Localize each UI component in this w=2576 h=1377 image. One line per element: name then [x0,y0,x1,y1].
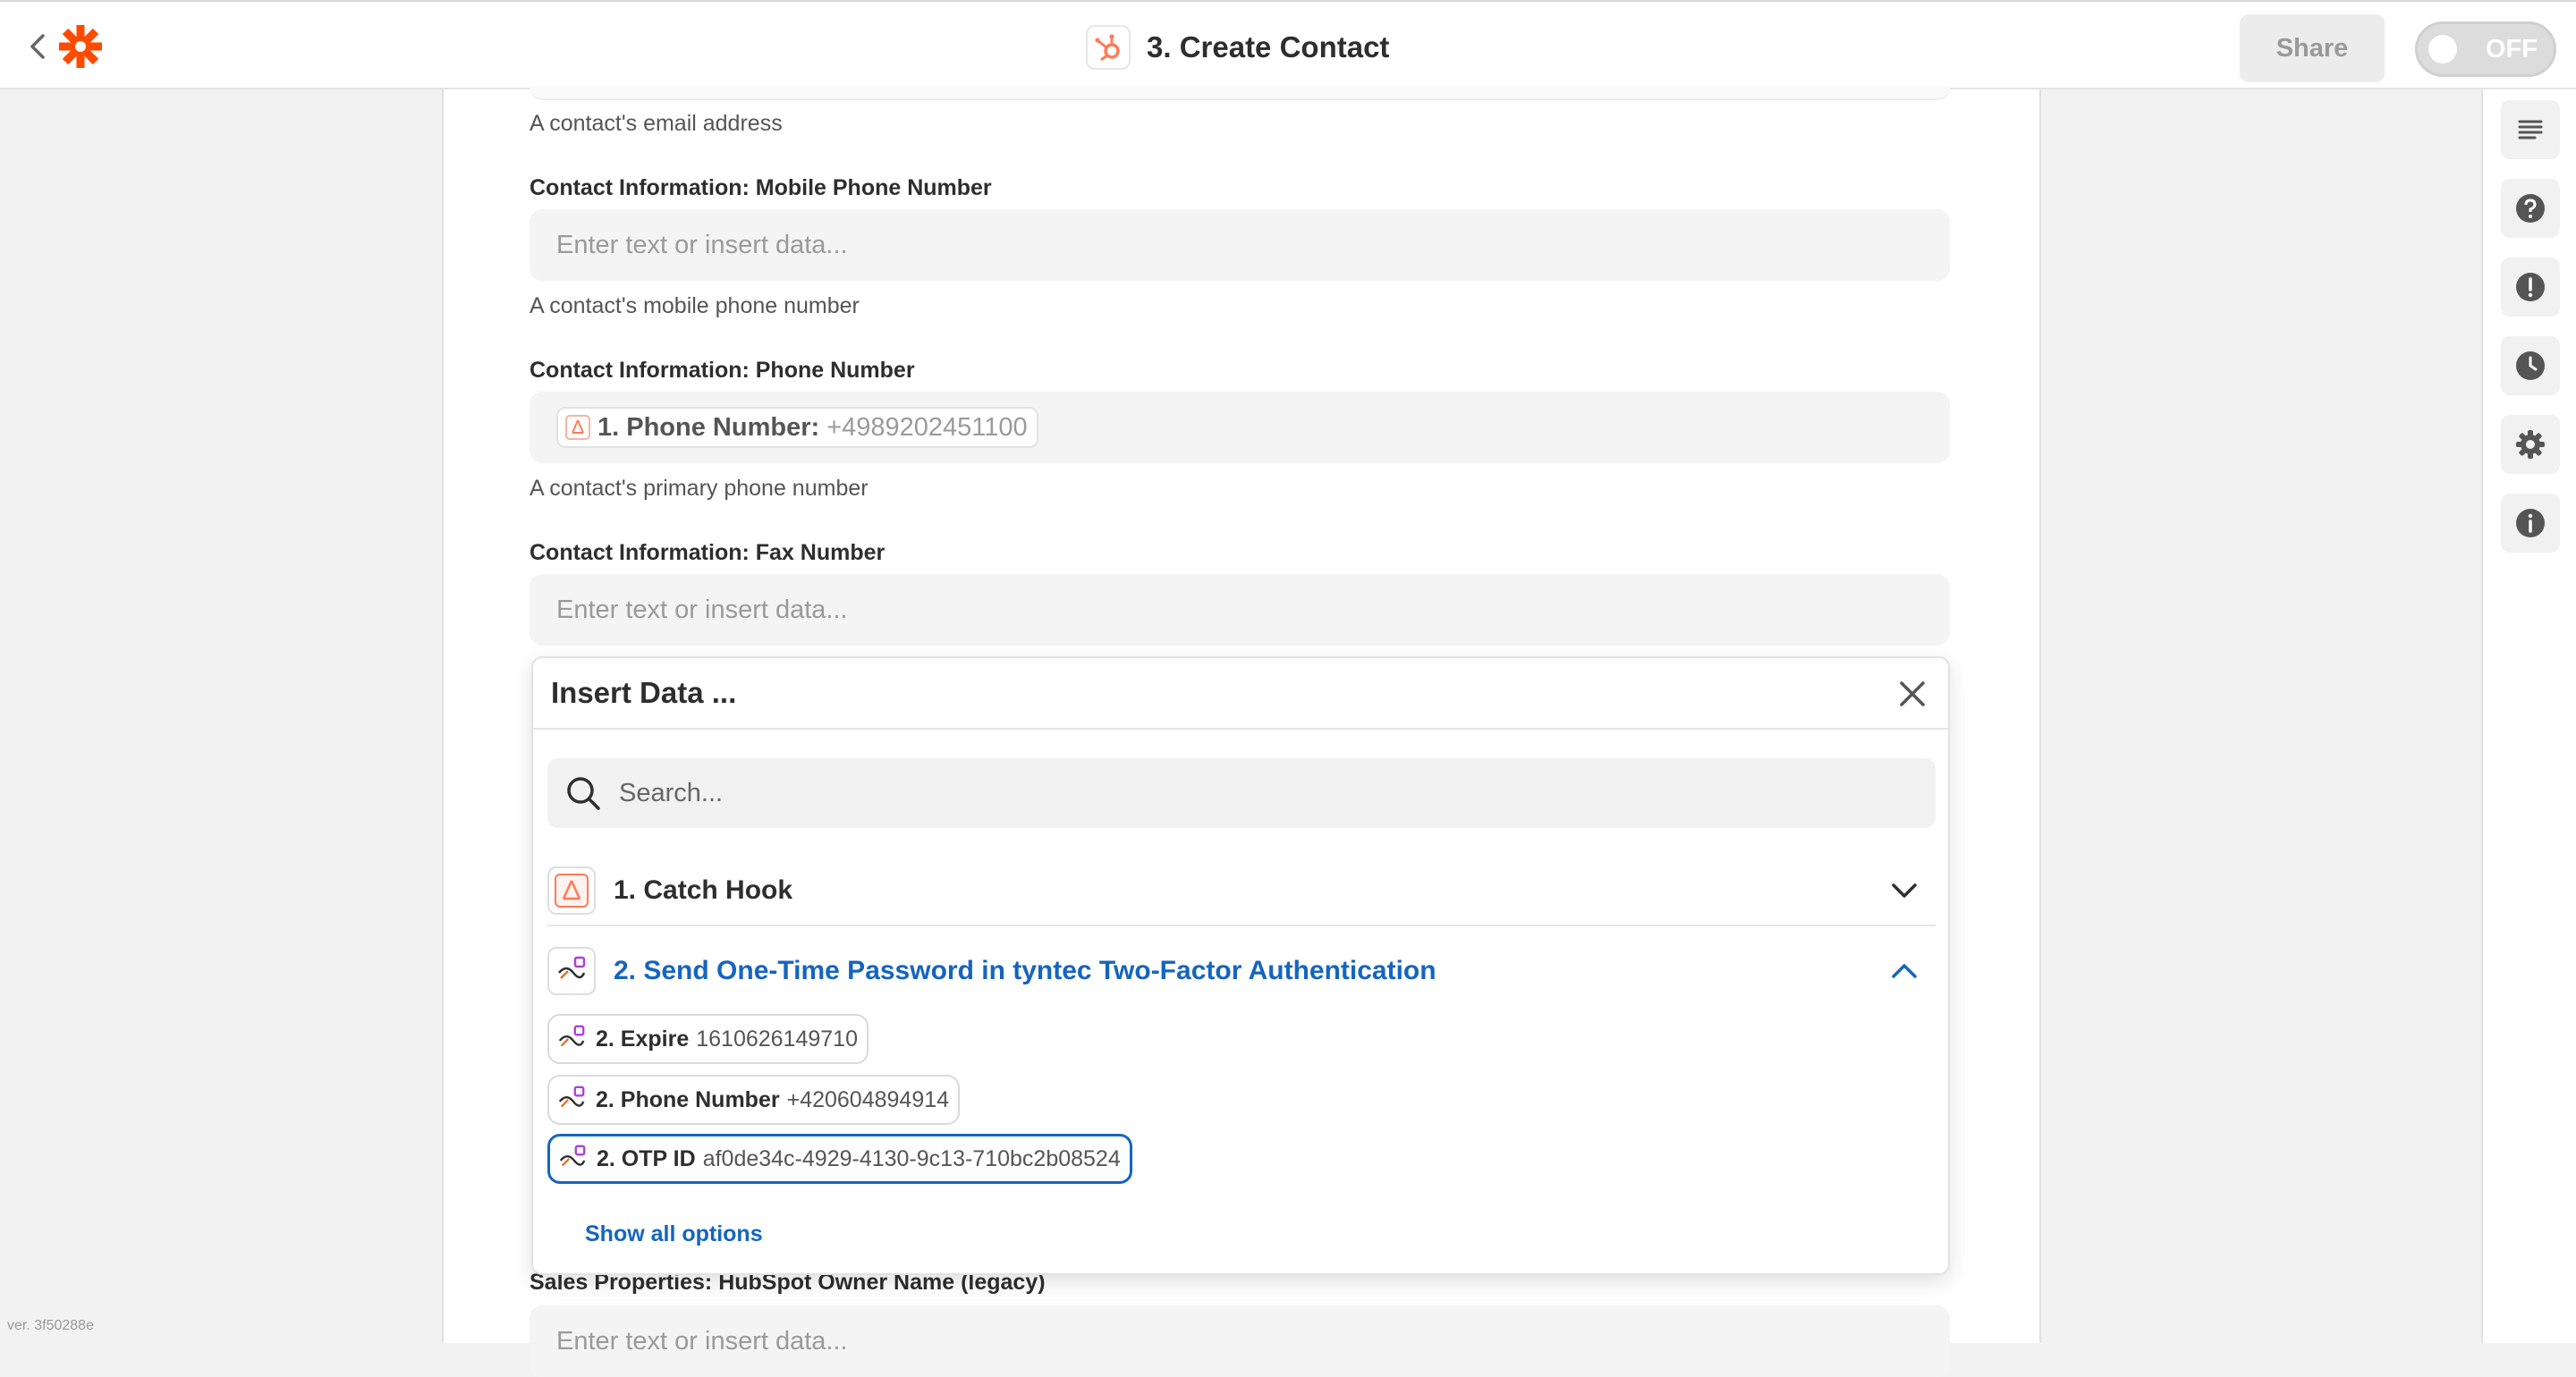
tyntec-icon [558,1086,585,1108]
chevron-up-icon[interactable] [1891,960,1918,982]
data-item-key: 2. Expire [596,1026,690,1052]
data-item-value: 1610626149710 [696,1026,858,1052]
outline-icon [2518,120,2543,139]
email-input-bottom-edge[interactable] [530,86,1950,100]
data-item-otp-id[interactable]: 2. OTP ID af0de34c-4929-4130-9c13-710bc2… [547,1134,1132,1184]
step-row-tyntec-otp[interactable]: 2. Send One-Time Password in tyntec Two-… [547,942,1936,1000]
page-title: 3. Create Contact [1147,30,1390,63]
data-item-phone-number[interactable]: 2. Phone Number +420604894914 [547,1075,961,1125]
data-item-key: 2. OTP ID [597,1145,696,1171]
tyntec-icon [559,1145,586,1167]
alerts-button[interactable] [2501,258,2560,317]
settings-icon [2516,430,2545,459]
step-label-catch-hook: 1. Catch Hook [614,875,793,905]
version-label: ver. 3f50288e [7,1318,94,1333]
insert-data-title: Insert Data ... [551,676,737,709]
toggle-knob [2428,35,2457,63]
toggle-label: OFF [2486,35,2538,63]
zap-on-off-toggle[interactable]: OFF [2415,21,2556,77]
data-item-value: +420604894914 [786,1086,950,1112]
search-input[interactable] [617,777,1873,809]
data-item-value: af0de34c-4929-4130-9c13-710bc2b08524 [702,1145,1121,1171]
help-button[interactable] [2501,179,2560,238]
owner-name-placeholder: Enter text or insert data... [556,1326,848,1356]
step-label-tyntec-otp: 2. Send One-Time Password in tyntec Two-… [614,956,1436,985]
info-icon [2516,509,2545,537]
step-title: 3. Create Contact [1086,23,1389,72]
chevron-down-icon[interactable] [1891,880,1918,901]
zapier-logo-icon[interactable] [57,23,104,70]
pill-value: +4989202451100 [826,412,1028,442]
mobile-phone-help-text: A contact's mobile phone number [530,293,860,318]
catch-hook-icon [565,415,590,440]
alert-icon [2516,273,2545,301]
phone-number-input[interactable]: 1. Phone Number: +4989202451100 [530,392,1950,463]
step-divider [547,925,1936,926]
fax-number-label: Contact Information: Fax Number [530,540,886,565]
right-sidebar [2481,89,2576,1343]
outline-button[interactable] [2501,100,2560,159]
phone-number-help-text: A contact's primary phone number [530,476,869,501]
data-item-key: 2. Phone Number [596,1086,780,1112]
help-icon [2516,194,2545,223]
tyntec-icon [547,947,596,995]
top-bar: 3. Create Contact Share OFF [0,0,2576,89]
mobile-phone-input[interactable]: Enter text or insert data... [530,209,1950,281]
phone-number-label: Contact Information: Phone Number [530,358,915,383]
mobile-phone-placeholder: Enter text or insert data... [556,230,848,259]
tyntec-icon [558,1025,585,1047]
history-button[interactable] [2501,336,2560,395]
email-help-text: A contact's email address [530,111,783,136]
step-row-catch-hook[interactable]: 1. Catch Hook [547,862,1936,919]
back-chevron-icon[interactable] [27,32,48,61]
catch-hook-icon [547,866,596,915]
close-icon[interactable] [1896,678,1928,710]
mobile-phone-label: Contact Information: Mobile Phone Number [530,175,992,200]
pill-key: 1. Phone Number: [597,412,820,442]
insert-data-panel: Insert Data ... 1. Catch Hook [531,656,1950,1275]
mapped-phone-number-pill[interactable]: 1. Phone Number: +4989202451100 [556,407,1038,448]
settings-button[interactable] [2501,415,2560,474]
search-icon [567,777,600,810]
fax-number-input[interactable]: Enter text or insert data... [530,574,1950,646]
owner-name-input[interactable]: Enter text or insert data... [530,1305,1950,1377]
insert-data-header: Insert Data ... [533,658,1948,730]
history-icon [2516,351,2545,380]
show-all-options-link[interactable]: Show all options [585,1221,763,1247]
share-button[interactable]: Share [2240,14,2385,82]
hubspot-icon [1086,25,1131,70]
fax-number-placeholder: Enter text or insert data... [556,595,848,624]
insert-data-search-box[interactable] [547,758,1936,828]
data-item-expire[interactable]: 2. Expire 1610626149710 [547,1014,869,1064]
info-button[interactable] [2501,494,2560,553]
